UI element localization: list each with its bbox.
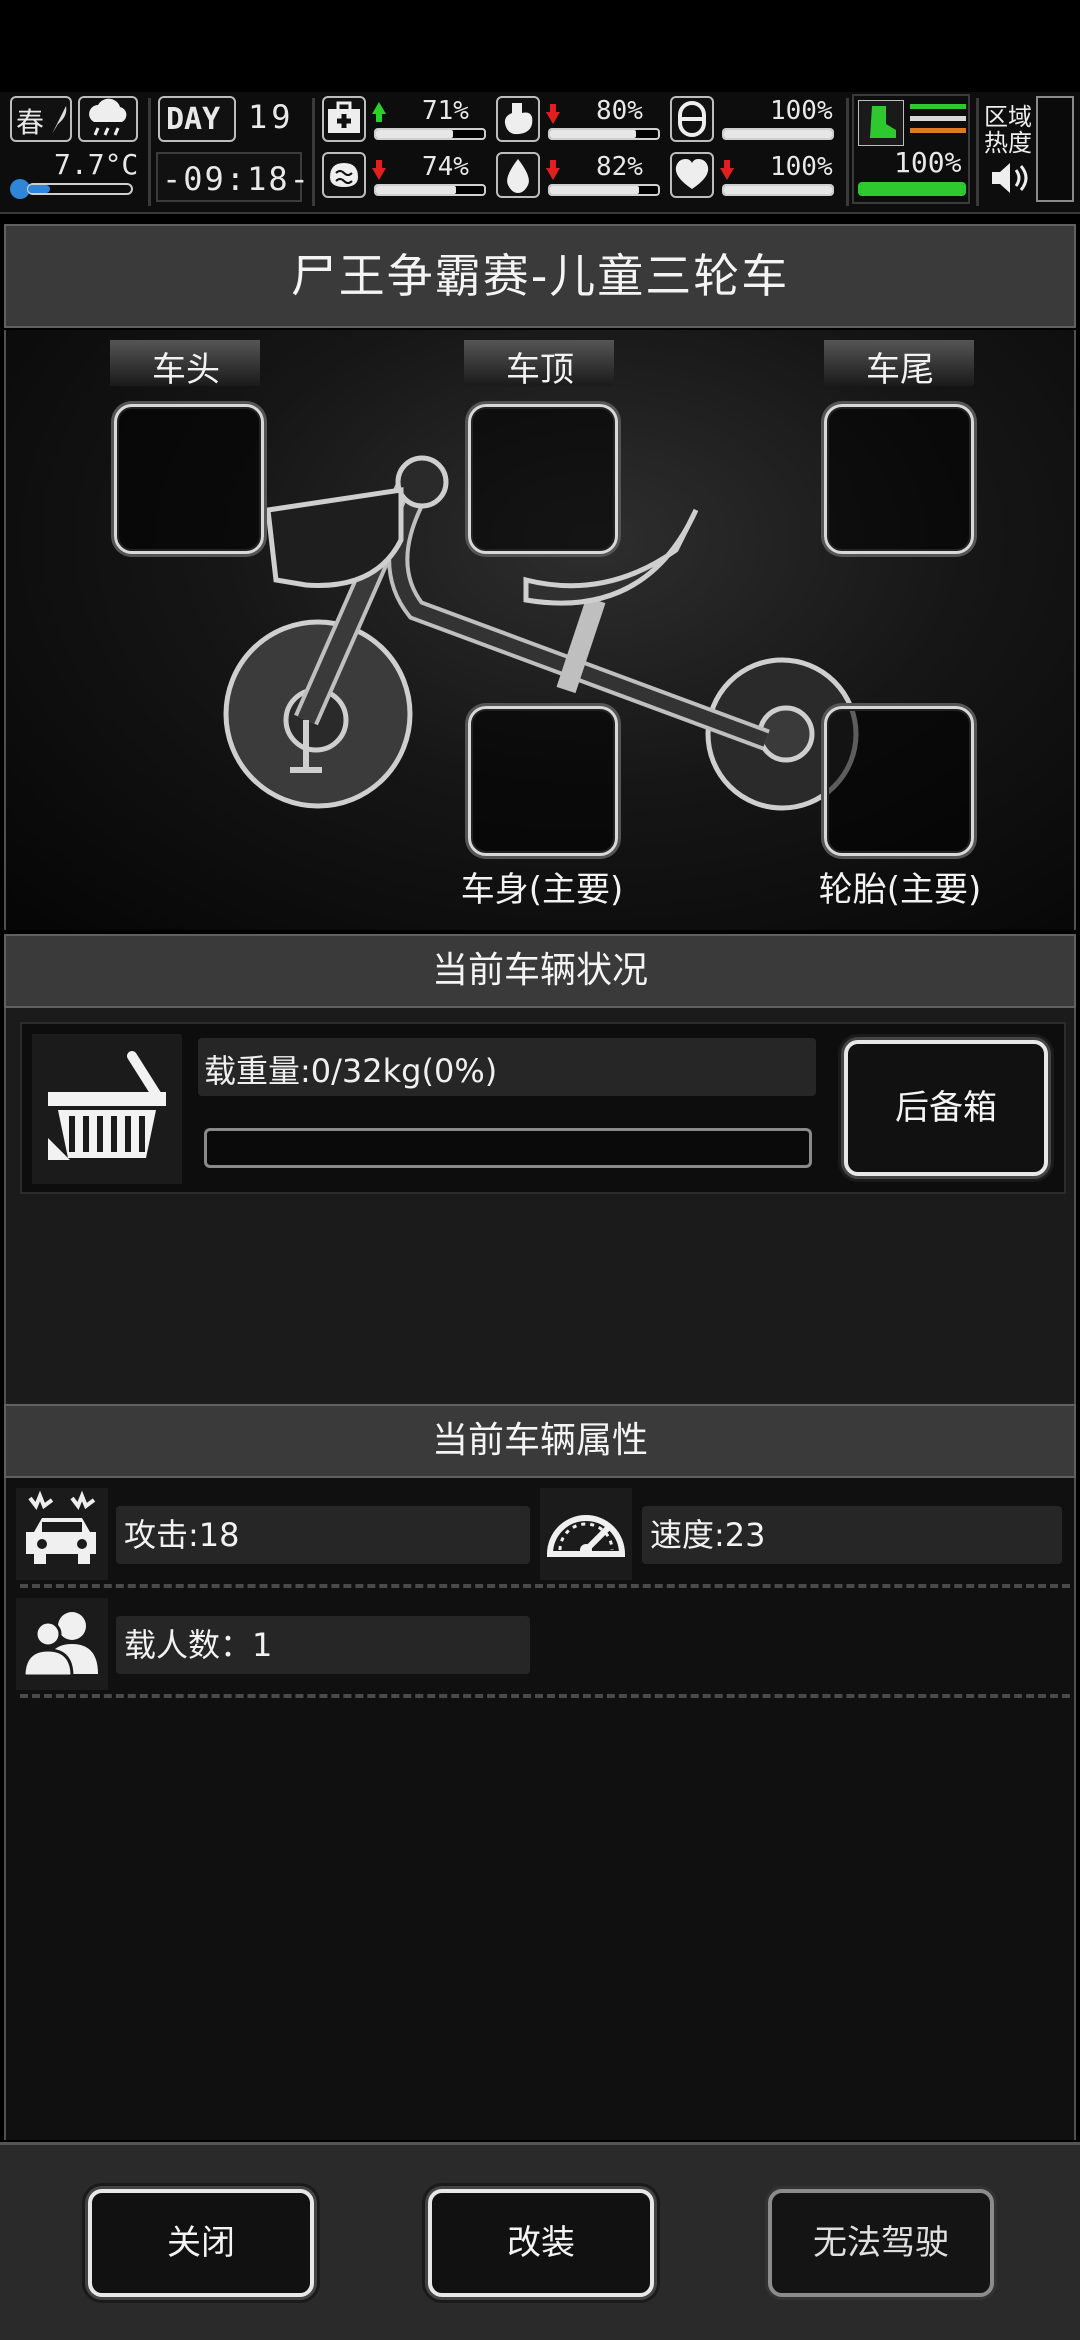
trend-up-icon bbox=[372, 102, 386, 122]
stamina-block: 100% bbox=[852, 94, 970, 204]
stat-value: 100% bbox=[770, 96, 833, 126]
slot-tail[interactable] bbox=[824, 404, 974, 554]
load-row: 载重量:0/32kg(0%) 后备箱 bbox=[20, 1022, 1066, 1194]
close-button[interactable]: 关闭 bbox=[88, 2189, 314, 2297]
basket-icon bbox=[48, 1051, 166, 1160]
stat-value: 71% bbox=[422, 96, 469, 126]
stat-bar bbox=[722, 184, 834, 196]
slot-tire[interactable] bbox=[824, 706, 974, 856]
status-header: 当前车辆状况 bbox=[4, 934, 1076, 1008]
brain-icon[interactable] bbox=[322, 152, 366, 198]
passengers-stat: 载人数：1 bbox=[116, 1616, 530, 1674]
stamina-value: 100% bbox=[894, 146, 962, 179]
slot-roof[interactable] bbox=[468, 404, 618, 554]
stat-bar bbox=[374, 184, 486, 196]
slot-body[interactable] bbox=[468, 706, 618, 856]
thermometer-icon bbox=[10, 179, 133, 199]
trend-down-icon bbox=[720, 160, 734, 180]
clock-box: -09:18- bbox=[156, 152, 309, 202]
stat-bar bbox=[548, 184, 660, 196]
water-drop-icon[interactable] bbox=[496, 152, 540, 198]
slot-body-label: 车身(主要) bbox=[460, 870, 624, 910]
stat-bar bbox=[374, 128, 486, 140]
stamina-lines bbox=[910, 104, 966, 133]
status-section: 载重量:0/32kg(0%) 后备箱 bbox=[4, 1008, 1076, 1404]
trunk-button[interactable]: 后备箱 bbox=[844, 1040, 1048, 1176]
pill-icon[interactable] bbox=[670, 96, 714, 142]
zone-heat-label: 区域 热度 bbox=[984, 103, 1032, 157]
attributes-header: 当前车辆属性 bbox=[4, 1404, 1076, 1478]
speed-icon-box bbox=[540, 1488, 632, 1580]
stamina-bar bbox=[858, 182, 966, 196]
trend-down-icon bbox=[546, 160, 560, 180]
weather-rain-icon[interactable] bbox=[78, 96, 138, 142]
stat-value: 80% bbox=[596, 96, 643, 126]
slot-roof-label: 车顶 bbox=[506, 350, 574, 390]
people-icon bbox=[22, 1612, 98, 1678]
basket-icon-box bbox=[32, 1034, 182, 1184]
slot-tire-label: 轮胎(主要) bbox=[818, 870, 982, 910]
car-crash-icon bbox=[26, 1490, 96, 1564]
vehicle-view: 车头 车顶 车尾 车身(主要) 轮胎(主要) bbox=[4, 330, 1076, 930]
stat-value: 100% bbox=[770, 152, 833, 182]
trend-down-icon bbox=[546, 104, 560, 124]
medkit-icon[interactable] bbox=[322, 96, 366, 142]
heart-icon[interactable] bbox=[670, 152, 714, 198]
stomach-icon[interactable] bbox=[496, 96, 540, 142]
boot-icon bbox=[858, 100, 904, 146]
attack-stat: 攻击:18 bbox=[116, 1506, 530, 1564]
drive-button[interactable]: 无法驾驶 bbox=[768, 2189, 994, 2297]
speedometer-icon bbox=[546, 1515, 626, 1557]
trend-down-icon bbox=[372, 160, 386, 180]
season-box: 春 bbox=[10, 96, 72, 142]
passengers-icon-box bbox=[16, 1598, 108, 1690]
day-number: 19 bbox=[248, 98, 295, 136]
stat-value: 82% bbox=[596, 152, 643, 182]
status-hud: 春 7.7°C DAY 19 -09:18- 71% 80% 100% 74% 82% 1… bbox=[0, 92, 1080, 214]
modify-button[interactable]: 改装 bbox=[428, 2189, 654, 2297]
zone-heat-meter bbox=[1036, 96, 1074, 202]
feather-icon bbox=[52, 106, 67, 134]
divider bbox=[20, 1584, 1070, 1588]
slot-head[interactable] bbox=[114, 404, 264, 554]
slot-head-label: 车头 bbox=[152, 350, 220, 390]
footer-bar: 关闭 改装 无法驾驶 bbox=[0, 2142, 1080, 2340]
attributes-section: 攻击:18 速度:23 载人数：1 bbox=[4, 1478, 1076, 2140]
stat-value: 74% bbox=[422, 152, 469, 182]
divider bbox=[20, 1694, 1070, 1698]
day-label: DAY bbox=[158, 96, 236, 142]
season-label: 春 bbox=[16, 106, 45, 139]
page-title: 尸王争霸赛-儿童三轮车 bbox=[4, 224, 1076, 328]
slot-tail-label: 车尾 bbox=[866, 350, 934, 390]
load-text: 载重量:0/32kg(0%) bbox=[204, 1052, 498, 1090]
speed-stat: 速度:23 bbox=[642, 1506, 1062, 1564]
stat-bar bbox=[722, 128, 834, 140]
clock-value: -09:18- bbox=[162, 160, 311, 198]
stat-bar bbox=[548, 128, 660, 140]
load-text-box: 载重量:0/32kg(0%) bbox=[198, 1038, 816, 1096]
attack-icon-box bbox=[16, 1488, 108, 1580]
load-bar bbox=[204, 1128, 812, 1168]
speaker-icon[interactable] bbox=[990, 160, 1030, 196]
